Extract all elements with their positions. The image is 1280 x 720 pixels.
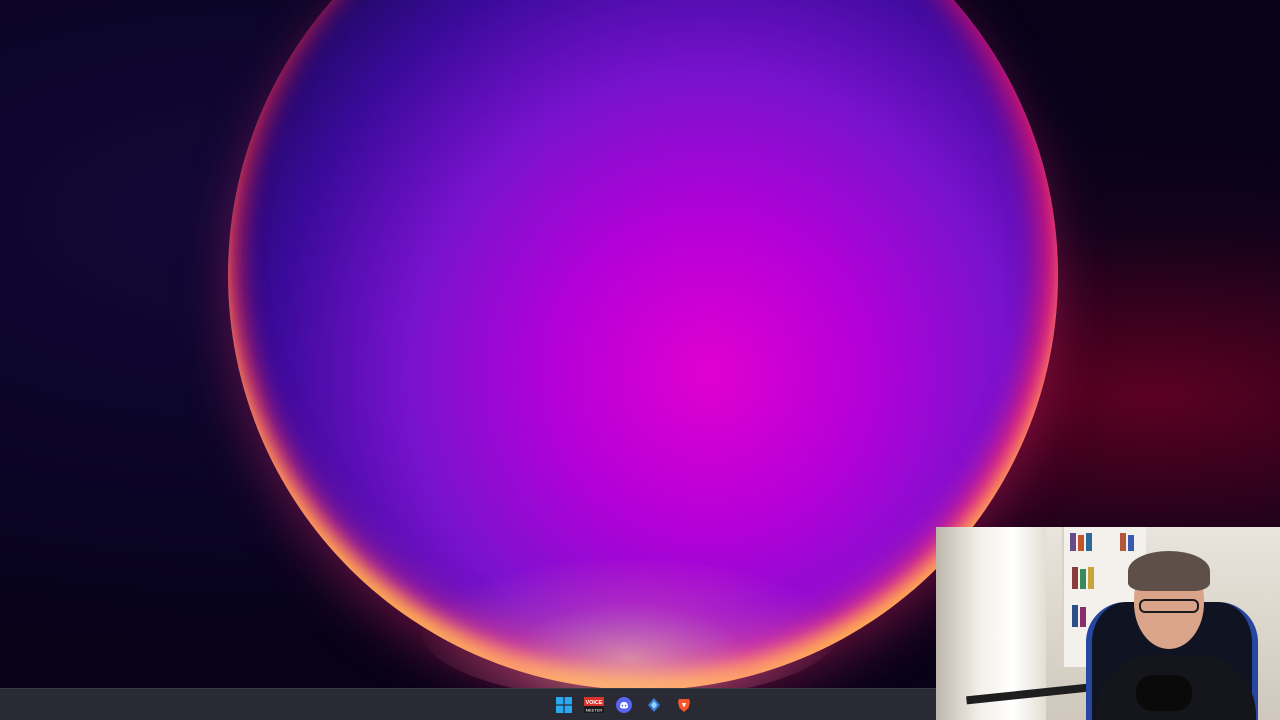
- taskbar-pinned-apps: VOICE MEETER: [551, 692, 697, 718]
- discord-icon: [616, 696, 632, 713]
- start-button[interactable]: [551, 692, 577, 718]
- voicemeeter-label-top: VOICE: [585, 700, 602, 706]
- windows-logo-icon: [556, 696, 572, 713]
- diamond-app-icon: [648, 697, 660, 712]
- webcam-microphone: [1136, 675, 1192, 711]
- brave-lion-icon: [678, 698, 690, 712]
- webcam-person-hair: [1128, 551, 1210, 591]
- discord-taskbar-button[interactable]: [611, 692, 637, 718]
- webcam-overlay: [936, 527, 1280, 720]
- voicemeeter-icon: VOICE MEETER: [584, 696, 604, 713]
- voicemeeter-label-bottom: MEETER: [586, 707, 603, 712]
- webcam-glasses: [1139, 599, 1199, 613]
- wallpaper-glow: [420, 560, 840, 700]
- voicemeeter-taskbar-button[interactable]: VOICE MEETER: [581, 692, 607, 718]
- brave-taskbar-button[interactable]: [671, 692, 697, 718]
- diamond-app-taskbar-button[interactable]: [641, 692, 667, 718]
